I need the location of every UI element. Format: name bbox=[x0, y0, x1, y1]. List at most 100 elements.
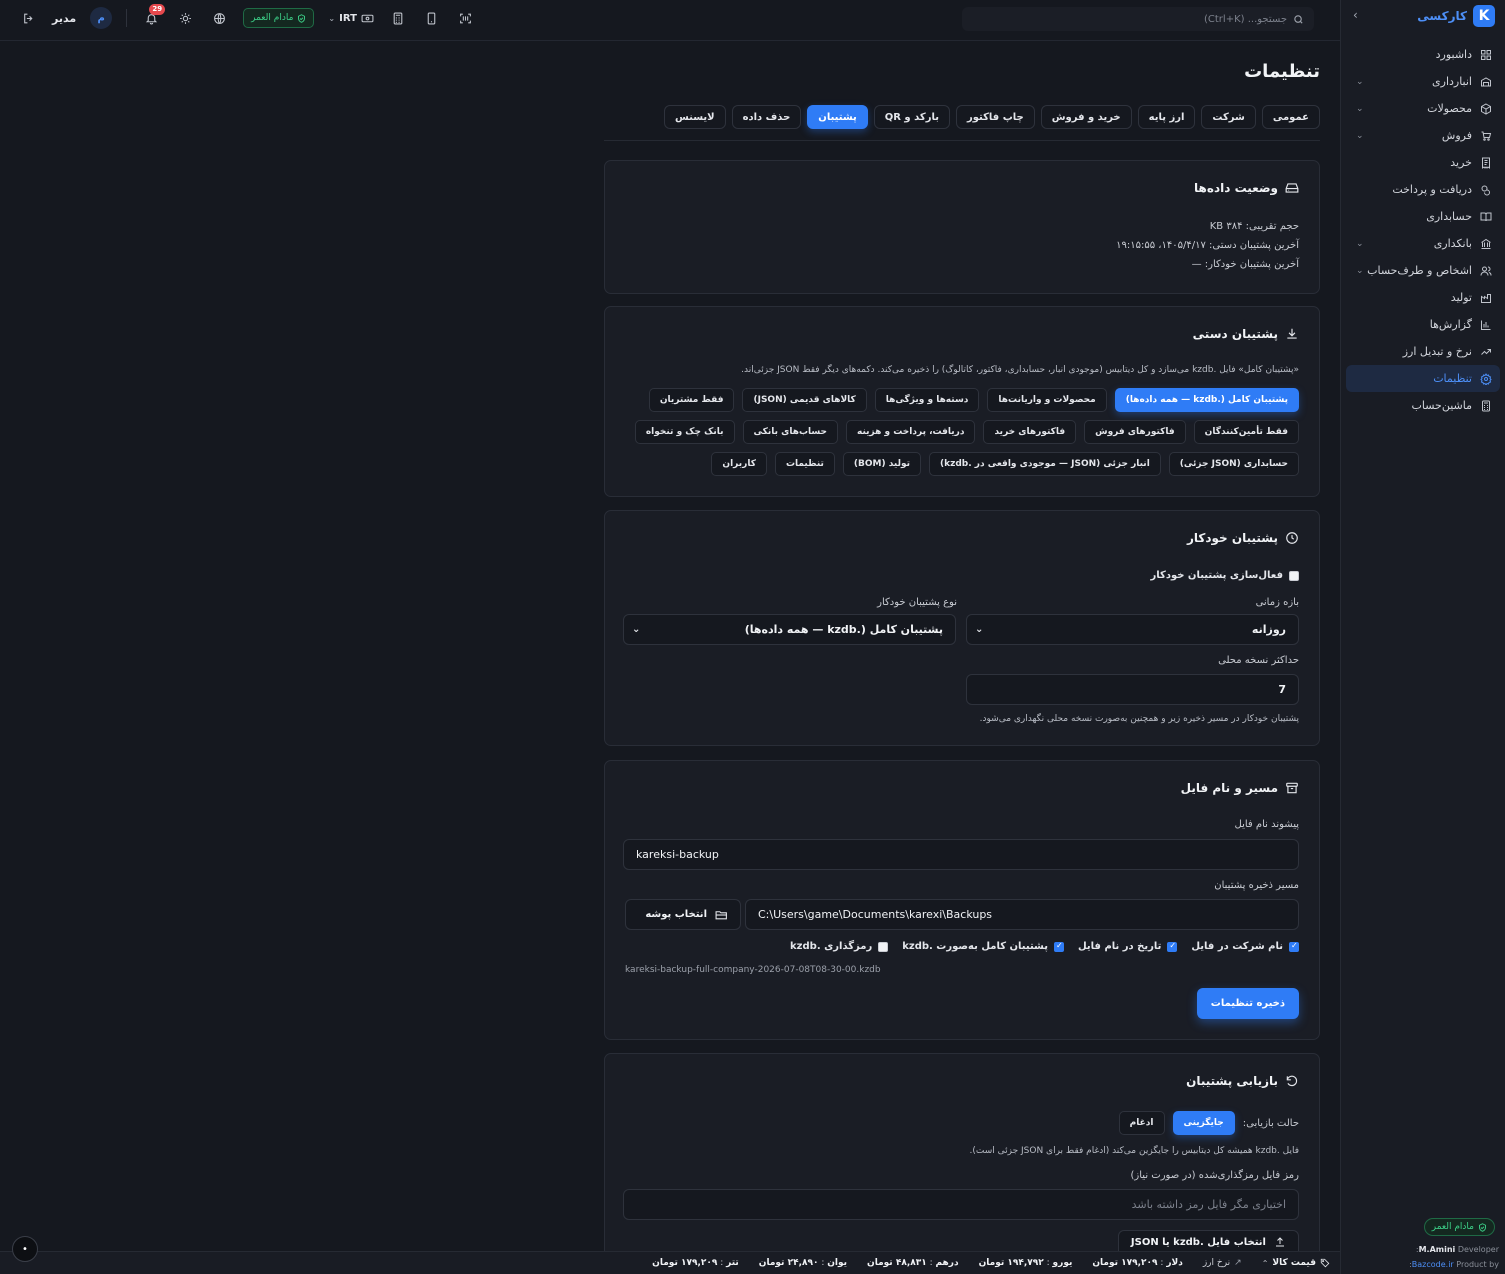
sidebar-item-bank[interactable]: بانکداری ⌄ bbox=[1346, 230, 1500, 257]
sidebar-item-chart[interactable]: گزارش‌ها bbox=[1346, 311, 1500, 338]
tab-6[interactable]: پشتیبان bbox=[807, 105, 868, 129]
backup-button-row: پشتیبان کامل (.kzdb — همه داده‌ها) محصولا… bbox=[635, 388, 1299, 412]
option-date[interactable]: تاریخ در نام فایل bbox=[1078, 941, 1178, 952]
sidebar-collapse-icon[interactable]: › bbox=[1353, 8, 1358, 22]
product-credit: Bazcode.ir Product by: bbox=[1349, 1260, 1499, 1269]
partial-backup-button[interactable]: تنظیمات bbox=[774, 452, 835, 476]
rotate-ccw-icon bbox=[1285, 1074, 1299, 1088]
full-backup-button[interactable]: پشتیبان کامل (.kzdb — همه داده‌ها) bbox=[1114, 388, 1299, 412]
sidebar-item-label: گزارش‌ها bbox=[1429, 318, 1472, 331]
max-copies-input[interactable]: 7 bbox=[966, 674, 1299, 705]
tab-5[interactable]: بارکد و QR bbox=[873, 105, 950, 129]
tab-8[interactable]: لایسنس bbox=[663, 105, 726, 129]
partial-backup-button[interactable]: فقط تأمین‌کنندگان bbox=[1193, 420, 1299, 444]
chevron-down-icon: ⌄ bbox=[1356, 238, 1364, 249]
partial-backup-button[interactable]: تولید (BOM) bbox=[842, 452, 922, 476]
mode-merge-button[interactable]: ادغام bbox=[1118, 1111, 1165, 1135]
sidebar-item-label: داشبورد bbox=[1435, 48, 1472, 61]
backup-button-row: حسابداری (JSON جزئی) انبار جزئی (JSON — م… bbox=[635, 452, 1299, 476]
password-input[interactable]: اختیاری مگر فایل رمز داشته باشد bbox=[623, 1189, 1299, 1220]
path-input[interactable]: C:\Users\game\Documents\karexi\Backups bbox=[745, 899, 1299, 930]
full-kzdb-checkbox[interactable] bbox=[1053, 941, 1064, 952]
partial-backup-button[interactable]: فاکتورهای فروش bbox=[1084, 420, 1186, 444]
sidebar-item-gear[interactable]: تنظیمات bbox=[1346, 365, 1500, 392]
sidebar-item-label: اشخاص و طرف‌حساب bbox=[1367, 264, 1472, 277]
auto-backup-toggle[interactable]: فعال‌سازی پشتیبان خودکار bbox=[1150, 570, 1299, 581]
trend-icon: ↗ bbox=[1234, 1258, 1242, 1268]
partial-backup-button[interactable]: کالاهای قدیمی (JSON) bbox=[742, 388, 867, 412]
sidebar-item-package[interactable]: محصولات ⌄ bbox=[1346, 95, 1500, 122]
interval-select[interactable]: روزانه ⌄ bbox=[966, 614, 1299, 645]
chevron-down-icon: ⌄ bbox=[1356, 103, 1364, 114]
avatar[interactable]: م bbox=[90, 7, 113, 29]
auto-backup-checkbox[interactable] bbox=[1289, 570, 1299, 581]
sidebar-item-cart[interactable]: فروش ⌄ bbox=[1346, 122, 1500, 149]
chevron-down-icon: ⌄ bbox=[975, 624, 984, 635]
prefix-label: پیشوند نام فایل bbox=[1234, 819, 1299, 830]
mobile-icon[interactable] bbox=[422, 8, 442, 28]
auto-backup-toggle-label: فعال‌سازی پشتیبان خودکار bbox=[1150, 570, 1284, 581]
calculator-icon[interactable] bbox=[388, 8, 408, 28]
date-checkbox[interactable] bbox=[1167, 941, 1178, 952]
bell-icon[interactable]: 29 bbox=[141, 4, 166, 28]
license-badge: مادام العمر bbox=[1423, 1218, 1495, 1236]
choose-folder-button[interactable]: انتخاب پوشه bbox=[625, 899, 741, 930]
sidebar-item-factory[interactable]: تولید bbox=[1346, 284, 1500, 311]
tab-7[interactable]: حذف داده bbox=[731, 105, 802, 129]
tab-3[interactable]: خرید و فروش bbox=[1040, 105, 1132, 129]
filename-options: نام شرکت در فایل تاریخ در نام فایل پشتیب… bbox=[790, 941, 1299, 952]
tab-0[interactable]: عمومی bbox=[1261, 105, 1320, 129]
search-box[interactable]: جستجو... (Ctrl+K) bbox=[962, 7, 1314, 31]
chevron-down-icon: ⌄ bbox=[328, 13, 336, 23]
encrypt-checkbox[interactable] bbox=[878, 941, 889, 952]
rate-item: تتر : ۱۷۹,۲۰۹ تومان bbox=[652, 1258, 739, 1268]
option-encrypt[interactable]: رمزگذاری .kzdb bbox=[790, 941, 889, 952]
tab-2[interactable]: ارز پایه bbox=[1137, 105, 1196, 129]
partial-backup-button[interactable]: انبار جزئی (JSON — موجودی واقعی در .kzdb… bbox=[929, 452, 1161, 476]
mode-replace-button[interactable]: جایگزینی bbox=[1172, 1111, 1235, 1135]
tab-1[interactable]: شرکت bbox=[1201, 105, 1256, 129]
option-full-kzdb[interactable]: پشتیبان کامل به‌صورت .kzdb bbox=[902, 941, 1064, 952]
sun-icon[interactable] bbox=[175, 8, 195, 28]
payment-icon bbox=[1479, 184, 1492, 196]
partial-backup-button[interactable]: فاکتورهای خرید bbox=[983, 420, 1077, 444]
path-card: مسیر و نام فایل پیشوند نام فایل kareksi-… bbox=[604, 760, 1320, 1040]
sidebar-item-warehouse[interactable]: انبارداری ⌄ bbox=[1346, 68, 1500, 95]
partial-backup-button[interactable]: بانک چک و تنخواه bbox=[634, 420, 735, 444]
globe-icon[interactable] bbox=[209, 8, 229, 28]
partial-backup-button[interactable]: محصولات و واریانت‌ها bbox=[987, 388, 1107, 412]
save-settings-button[interactable]: ذخیره تنظیمات bbox=[1196, 988, 1299, 1019]
scan-icon[interactable] bbox=[456, 8, 476, 28]
user-name[interactable]: مدیر bbox=[52, 12, 76, 25]
sidebar-item-label: بانکداری bbox=[1433, 237, 1472, 250]
search-icon bbox=[1293, 14, 1304, 25]
backup-type-select[interactable]: پشتیبان کامل (.kzdb — همه داده‌ها) ⌄ bbox=[623, 614, 956, 645]
partial-backup-button[interactable]: دریافت، پرداخت و هزینه bbox=[846, 420, 976, 444]
brand[interactable]: K کارکسی bbox=[1417, 5, 1495, 27]
floating-action-button[interactable]: • bbox=[12, 1236, 38, 1262]
sidebar-item-users[interactable]: اشخاص و طرف‌حساب ⌄ bbox=[1346, 257, 1500, 284]
partial-backup-button[interactable]: کاربران bbox=[711, 452, 767, 476]
sidebar-item-calculator[interactable]: ماشین‌حساب bbox=[1346, 392, 1500, 419]
sidebar-item-dashboard[interactable]: داشبورد bbox=[1346, 41, 1500, 68]
brand-logo-icon: K bbox=[1473, 5, 1495, 27]
partial-backup-button[interactable]: فقط مشتریان bbox=[648, 388, 735, 412]
price-label-group[interactable]: قیمت کالا ⌃ bbox=[1262, 1258, 1330, 1268]
partial-backup-button[interactable]: دسته‌ها و ویژگی‌ها bbox=[874, 388, 980, 412]
auto-backup-heading: پشتیبان خودکار bbox=[1186, 531, 1278, 545]
prefix-input[interactable]: kareksi-backup bbox=[623, 839, 1299, 870]
tab-4[interactable]: چاپ فاکتور bbox=[956, 105, 1035, 129]
partial-backup-button[interactable]: حسابداری (JSON جزئی) bbox=[1168, 452, 1299, 476]
logout-icon[interactable] bbox=[18, 8, 38, 28]
partial-backup-button[interactable]: حساب‌های بانکی bbox=[742, 420, 839, 444]
sidebar-item-book[interactable]: حسابداری bbox=[1346, 203, 1500, 230]
rate-currency: تتر bbox=[726, 1258, 739, 1268]
option-company-name[interactable]: نام شرکت در فایل bbox=[1191, 941, 1299, 952]
currency-selector[interactable]: ⌄ IRT bbox=[328, 13, 374, 24]
company-name-checkbox[interactable] bbox=[1289, 941, 1299, 952]
sidebar-item-receipt[interactable]: خرید bbox=[1346, 149, 1500, 176]
sidebar-item-trend[interactable]: نرخ و تبدیل ارز bbox=[1346, 338, 1500, 365]
product-link[interactable]: Bazcode.ir bbox=[1412, 1260, 1454, 1269]
search-placeholder: جستجو... (Ctrl+K) bbox=[1204, 13, 1287, 25]
sidebar-item-payment[interactable]: دریافت و پرداخت bbox=[1346, 176, 1500, 203]
